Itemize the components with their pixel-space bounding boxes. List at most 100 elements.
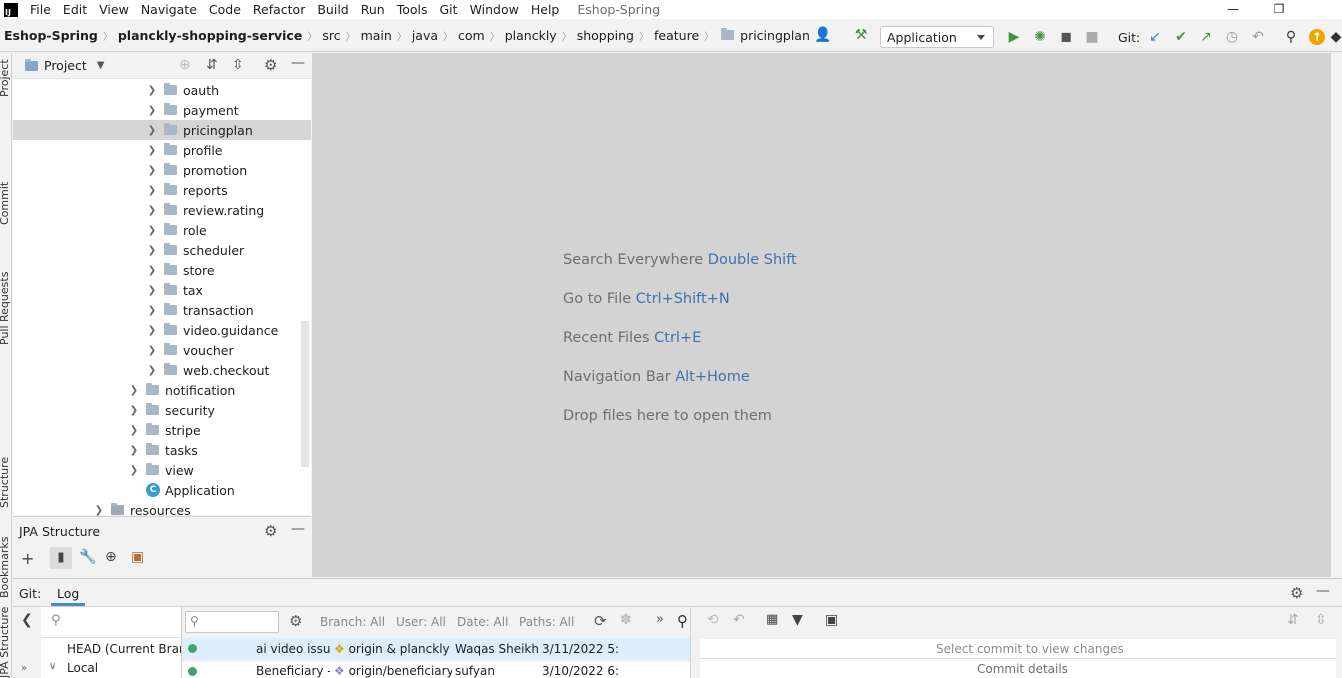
log-scrollbar[interactable] <box>690 607 699 678</box>
chevron-right-icon[interactable]: ❯ <box>146 225 158 236</box>
breadcrumb-item[interactable]: src <box>322 28 340 43</box>
chevron-right-icon[interactable]: ❯ <box>146 125 158 136</box>
target-icon[interactable]: ⊕ <box>105 549 117 565</box>
search-icon[interactable]: ⚲ <box>677 612 688 630</box>
tree-item-scheduler[interactable]: ❯ scheduler <box>13 240 311 260</box>
wrench-icon[interactable]: 🔧 <box>79 549 96 565</box>
tree-item-reports[interactable]: ❯ reports <box>13 180 311 200</box>
breadcrumb-item[interactable]: feature <box>654 28 699 43</box>
locate-icon[interactable]: ⊕ <box>179 57 191 73</box>
paths-filter[interactable]: Paths: All <box>519 615 574 629</box>
tool-tab-jpa-structure[interactable]: JPA Structure <box>0 607 11 678</box>
branch-head[interactable]: HEAD (Current Branch) <box>67 642 181 656</box>
tree-item-promotion[interactable]: ❯ promotion <box>13 160 311 180</box>
chevron-right-icon[interactable]: ❯ <box>146 185 158 196</box>
intellij-logo-icon[interactable]: IJ <box>4 2 18 17</box>
more-icon[interactable]: » <box>656 612 664 627</box>
table-row[interactable]: Beneficiary - firs ❖ origin/beneficiary … <box>182 662 690 678</box>
breadcrumb-item[interactable]: planckly-shopping-service <box>118 28 302 43</box>
expand-all-icon[interactable]: ⇵ <box>1287 612 1299 628</box>
undo-icon[interactable]: ↶ <box>733 612 745 628</box>
breadcrumb-item[interactable]: com <box>458 28 485 43</box>
hide-icon[interactable]: — <box>291 521 305 537</box>
git-commit-icon[interactable]: ✔ <box>1170 26 1192 48</box>
tree-item-tax[interactable]: ❯ tax <box>13 280 311 300</box>
tree-item-transaction[interactable]: ❯ transaction <box>13 300 311 320</box>
chevron-right-icon[interactable]: ❯ <box>146 105 158 116</box>
tree-item-store[interactable]: ❯ store <box>13 260 311 280</box>
chevron-right-icon[interactable]: ❯ <box>146 325 158 336</box>
tree-item-role[interactable]: ❯ role <box>13 220 311 240</box>
collapse-all-icon[interactable]: ⇳ <box>232 57 244 73</box>
chevron-right-icon[interactable]: ❯ <box>128 445 140 456</box>
cherry-pick-icon[interactable]: ✽ <box>620 612 632 628</box>
menu-build[interactable]: Build <box>311 2 354 17</box>
tree-item-application[interactable]: C Application <box>13 480 311 500</box>
chevron-right-icon[interactable]: ❯ <box>128 385 140 396</box>
user-icon[interactable]: 👤 <box>812 24 834 46</box>
tree-item-web-checkout[interactable]: ❯ web.checkout <box>13 360 311 380</box>
minimize-icon[interactable]: — <box>1210 0 1256 19</box>
hide-icon[interactable]: — <box>1316 583 1330 599</box>
breadcrumb-item-current[interactable]: pricingplan <box>740 28 810 43</box>
chevron-down-icon[interactable]: ▼ <box>97 60 105 71</box>
tool-tab-structure[interactable]: Structure <box>0 457 11 508</box>
pin-icon[interactable]: ⟲ <box>707 612 719 628</box>
menu-window[interactable]: Window <box>464 2 525 17</box>
menu-refactor[interactable]: Refactor <box>247 2 311 17</box>
menu-file[interactable]: File <box>24 2 57 17</box>
chevron-right-icon[interactable]: ❯ <box>146 145 158 156</box>
columns-icon[interactable]: ▮ <box>50 547 72 569</box>
tree-item-notification[interactable]: ❯ notification <box>13 380 311 400</box>
add-icon[interactable]: + <box>21 549 34 568</box>
maximize-icon[interactable]: ❐ <box>1256 0 1302 19</box>
commit-search-input[interactable]: ⚲ <box>185 611 279 633</box>
persistence-icon[interactable]: ▣ <box>131 549 144 565</box>
chevron-right-icon[interactable]: ❯ <box>146 345 158 356</box>
menu-edit[interactable]: Edit <box>57 2 93 17</box>
tree-item-review-rating[interactable]: ❯ review.rating <box>13 200 311 220</box>
chevron-right-icon[interactable]: ❯ <box>146 165 158 176</box>
tree-item-oauth[interactable]: ❯ oauth <box>13 80 311 100</box>
date-filter[interactable]: Date: All <box>457 615 508 629</box>
search-icon[interactable]: ⚲ <box>51 613 61 628</box>
tool-tab-project[interactable]: Project <box>0 59 11 97</box>
tree-item-view[interactable]: ❯ view <box>13 460 311 480</box>
chevron-left-icon[interactable]: ❮ <box>21 612 33 628</box>
jetbrains-icon[interactable]: ◆ <box>1330 26 1342 48</box>
search-icon[interactable]: ⚲ <box>1280 26 1302 48</box>
tree-item-stripe[interactable]: ❯ stripe <box>13 420 311 440</box>
run-configuration-select[interactable]: Application <box>880 26 994 48</box>
tree-item-payment[interactable]: ❯ payment <box>13 100 311 120</box>
gear-icon[interactable]: ⚙ <box>1290 584 1303 602</box>
tree-item-voucher[interactable]: ❯ voucher <box>13 340 311 360</box>
menu-code[interactable]: Code <box>203 2 247 17</box>
chevron-right-icon[interactable]: ❯ <box>146 365 158 376</box>
chevron-right-icon[interactable]: ❯ <box>128 405 140 416</box>
debug-icon[interactable]: ✺ <box>1029 26 1051 48</box>
tool-tab-pull-requests[interactable]: Pull Requests <box>0 272 11 345</box>
expand-icon[interactable]: » <box>21 663 27 674</box>
tree-item-tasks[interactable]: ❯ tasks <box>13 440 311 460</box>
menu-tools[interactable]: Tools <box>391 2 434 17</box>
menu-run[interactable]: Run <box>355 2 391 17</box>
tree-item-security[interactable]: ❯ security <box>13 400 311 420</box>
branch-local[interactable]: Local <box>67 661 98 675</box>
collapse-all-icon[interactable]: ⇳ <box>1315 612 1327 628</box>
gear-icon[interactable]: ⚙ <box>264 522 277 540</box>
chevron-right-icon[interactable]: ❯ <box>128 425 140 436</box>
gear-icon[interactable]: ⚙ <box>264 56 277 74</box>
project-scrollbar[interactable] <box>301 321 309 467</box>
stop-icon[interactable]: ■ <box>1081 26 1103 48</box>
table-row[interactable]: ai video issue r ❖ origin & planckly Waq… <box>182 638 690 660</box>
menu-navigate[interactable]: Navigate <box>135 2 203 17</box>
breadcrumb-item[interactable]: planckly <box>505 28 557 43</box>
layout-icon[interactable]: ▣ <box>825 612 838 628</box>
refresh-icon[interactable]: ⟳ <box>594 612 607 630</box>
git-push-icon[interactable]: ↗ <box>1195 26 1217 48</box>
breadcrumb-item[interactable]: java <box>412 28 438 43</box>
tree-item-profile[interactable]: ❯ profile <box>13 140 311 160</box>
group-icon[interactable]: ▦ <box>766 612 778 627</box>
tree-item-video-guidance[interactable]: ❯ video.guidance <box>13 320 311 340</box>
expand-all-icon[interactable]: ⇵ <box>206 57 218 73</box>
